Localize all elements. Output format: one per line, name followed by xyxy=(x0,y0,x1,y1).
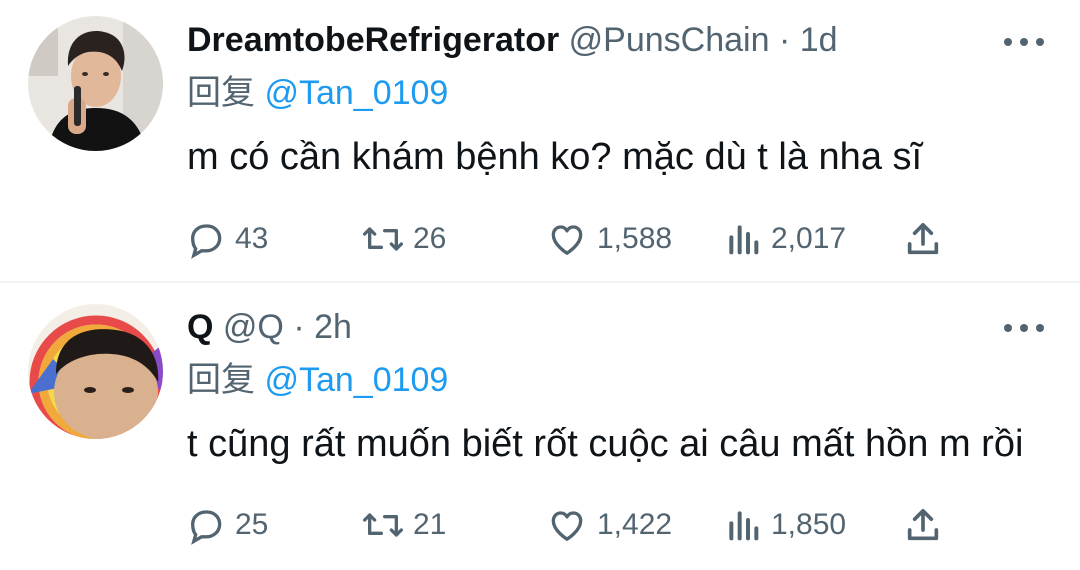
reply-button[interactable]: 43 xyxy=(185,217,268,261)
reply-button[interactable]: 25 xyxy=(185,503,268,547)
like-count: 1,588 xyxy=(597,222,673,255)
like-count: 1,422 xyxy=(597,508,673,541)
avatar[interactable] xyxy=(28,304,163,439)
retweet-button[interactable]: 26 xyxy=(361,217,446,261)
tweet-header: DreamtobeRefrigerator @PunsChain · 1d xyxy=(187,20,838,60)
like-icon xyxy=(551,225,583,255)
retweet-button[interactable]: 21 xyxy=(361,503,446,547)
display-name[interactable]: DreamtobeRefrigerator xyxy=(187,21,559,59)
reply-context: 回复 @Tan_0109 xyxy=(187,73,448,113)
retweet-count: 21 xyxy=(413,508,447,541)
retweet-count: 26 xyxy=(413,222,447,255)
separator: · xyxy=(293,308,305,346)
reply-icon xyxy=(190,224,222,259)
views-button[interactable]: 1,850 xyxy=(723,503,846,547)
reply-context: 回复 @Tan_0109 xyxy=(187,360,448,400)
timestamp[interactable]: 2h xyxy=(314,308,352,346)
tweet[interactable]: DreamtobeRefrigerator @PunsChain · 1d 回复… xyxy=(0,0,1080,283)
views-count: 1,850 xyxy=(771,508,847,541)
tweet-text: m có cần khám bệnh ko? mặc dù t là nha s… xyxy=(187,136,923,178)
mention-link[interactable]: @Tan_0109 xyxy=(264,361,448,399)
share-icon xyxy=(907,509,939,541)
views-icon xyxy=(729,511,759,541)
like-button[interactable]: 1,588 xyxy=(545,217,672,261)
share-button[interactable] xyxy=(903,503,943,547)
display-name[interactable]: Q xyxy=(187,308,213,346)
handle[interactable]: @PunsChain xyxy=(569,21,770,59)
reply-icon xyxy=(190,510,222,545)
views-count: 2,017 xyxy=(771,222,847,255)
handle[interactable]: @Q xyxy=(223,308,284,346)
share-button[interactable] xyxy=(903,217,943,261)
reply-prefix: 回复 xyxy=(187,361,255,399)
share-icon xyxy=(907,223,939,255)
reply-count: 25 xyxy=(235,508,269,541)
action-bar: 25 21 1,422 1,850 xyxy=(185,503,945,547)
more-icon[interactable] xyxy=(1004,32,1044,52)
retweet-icon xyxy=(362,513,403,537)
mention-link[interactable]: @Tan_0109 xyxy=(264,74,448,112)
like-icon xyxy=(551,511,583,541)
reply-prefix: 回复 xyxy=(187,74,255,112)
retweet-icon xyxy=(362,227,403,251)
reply-count: 43 xyxy=(235,222,269,255)
avatar[interactable] xyxy=(28,16,163,151)
timestamp[interactable]: 1d xyxy=(800,21,838,59)
tweet-text: t cũng rất muốn biết rốt cuộc ai câu mất… xyxy=(187,423,1024,465)
views-icon xyxy=(729,225,759,255)
tweet-header: Q @Q · 2h xyxy=(187,307,352,347)
views-button[interactable]: 2,017 xyxy=(723,217,846,261)
separator: · xyxy=(778,21,791,59)
like-button[interactable]: 1,422 xyxy=(545,503,672,547)
action-bar: 43 26 1,588 2,017 xyxy=(185,217,945,261)
more-icon[interactable] xyxy=(1004,318,1044,338)
tweet[interactable]: Q @Q · 2h 回复 @Tan_0109 t cũng rất muốn b… xyxy=(0,285,1080,570)
